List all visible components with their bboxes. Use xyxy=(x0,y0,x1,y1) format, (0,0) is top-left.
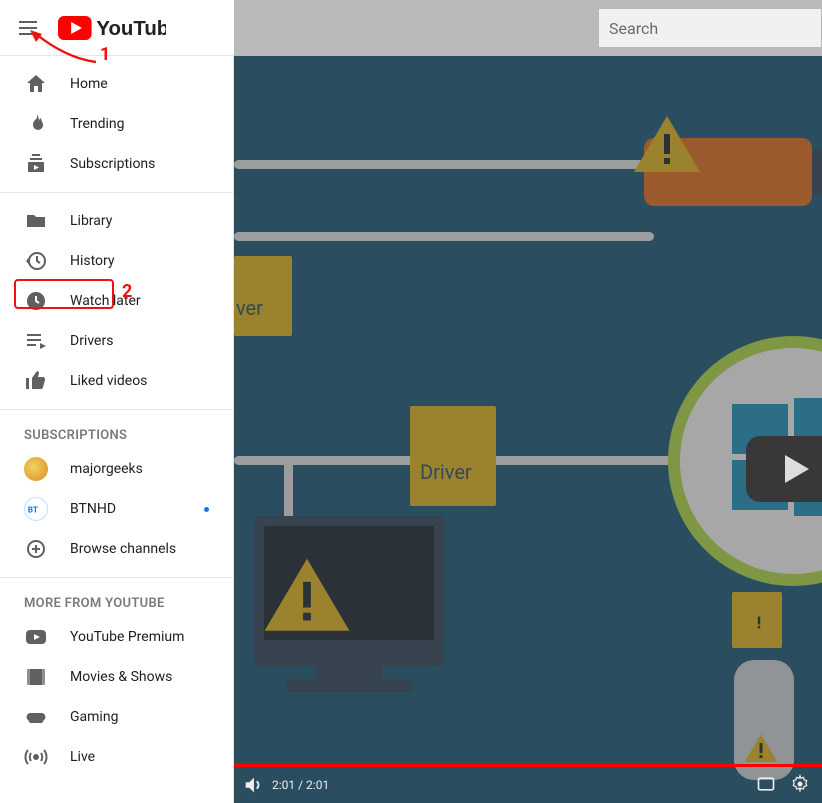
sidebar-item-movies[interactable]: Movies & Shows xyxy=(0,657,233,697)
subtitles-icon[interactable] xyxy=(756,774,776,797)
sidebar-channel-majorgeeks[interactable]: majorgeeks xyxy=(0,449,233,489)
sidebar-item-label: majorgeeks xyxy=(70,461,143,477)
thumbs-up-icon xyxy=(24,369,48,393)
sidebar-item-history[interactable]: History xyxy=(0,241,233,281)
sidebar-item-label: Drivers xyxy=(70,333,113,349)
video-player[interactable]: ver Driver 2:01 / 2:01 xyxy=(234,56,822,803)
history-icon xyxy=(24,249,48,273)
video-dim-overlay xyxy=(234,56,822,803)
sidebar-item-label: History xyxy=(70,253,115,269)
search-input[interactable]: Search xyxy=(598,8,821,48)
sidebar-item-label: YouTube Premium xyxy=(70,629,184,645)
volume-icon[interactable] xyxy=(242,774,264,796)
sidebar-item-label: Browse channels xyxy=(70,541,176,557)
sidebar-item-label: Movies & Shows xyxy=(70,669,172,685)
live-icon xyxy=(24,745,48,769)
sidebar-item-subscriptions[interactable]: Subscriptions xyxy=(0,144,233,184)
new-content-dot-icon xyxy=(204,507,209,512)
svg-text:YouTube: YouTube xyxy=(96,18,166,40)
sidebar-item-library[interactable]: Library xyxy=(0,201,233,241)
play-icon xyxy=(785,455,809,483)
sidebar-item-browse-channels[interactable]: Browse channels xyxy=(0,529,233,569)
sidebar-item-label: Live xyxy=(70,749,95,765)
trending-icon xyxy=(24,112,48,136)
sidebar-item-premium[interactable]: YouTube Premium xyxy=(0,617,233,657)
playlist-icon xyxy=(24,329,48,353)
subscriptions-icon xyxy=(24,152,48,176)
video-controls: 2:01 / 2:01 xyxy=(234,767,822,803)
film-icon xyxy=(24,665,48,689)
sidebar-heading-subscriptions: SUBSCRIPTIONS xyxy=(0,418,233,449)
svg-text:BT: BT xyxy=(28,506,38,516)
sidebar-item-home[interactable]: Home xyxy=(0,64,233,104)
library-icon xyxy=(24,209,48,233)
sidebar: Home Trending Subscriptions Library Hist… xyxy=(0,56,234,803)
sidebar-item-label: Gaming xyxy=(70,709,118,725)
home-icon xyxy=(24,72,48,96)
masthead: YouTube xyxy=(0,0,234,56)
sidebar-item-label: Liked videos xyxy=(70,373,147,389)
sidebar-item-gaming[interactable]: Gaming xyxy=(0,697,233,737)
annotation-label-1: 1 xyxy=(100,44,110,65)
sidebar-item-label: Subscriptions xyxy=(70,156,155,172)
sidebar-item-watch-later[interactable]: Watch later xyxy=(0,281,233,321)
youtube-logo[interactable]: YouTube xyxy=(58,16,166,40)
sidebar-item-playlist-drivers[interactable]: Drivers xyxy=(0,321,233,361)
settings-icon[interactable] xyxy=(790,774,810,797)
sidebar-item-liked-videos[interactable]: Liked videos xyxy=(0,361,233,401)
plus-circle-icon xyxy=(24,537,48,561)
sidebar-item-trending[interactable]: Trending xyxy=(0,104,233,144)
sidebar-channel-btnhd[interactable]: BT BTNHD xyxy=(0,489,233,529)
sidebar-item-live[interactable]: Live xyxy=(0,737,233,777)
sidebar-heading-more: MORE FROM YOUTUBE xyxy=(0,586,233,617)
gaming-icon xyxy=(24,705,48,729)
sidebar-item-label: BTNHD xyxy=(70,501,116,517)
hamburger-menu-icon[interactable] xyxy=(16,16,40,40)
sidebar-item-label: Home xyxy=(70,76,108,92)
sidebar-item-label: Trending xyxy=(70,116,125,132)
annotation-label-2: 2 xyxy=(122,281,132,302)
clock-icon xyxy=(24,289,48,313)
youtube-icon xyxy=(24,625,48,649)
channel-avatar xyxy=(24,457,48,481)
play-button[interactable] xyxy=(746,436,822,502)
channel-avatar: BT xyxy=(24,497,48,521)
sidebar-item-label: Library xyxy=(70,213,112,229)
time-display: 2:01 / 2:01 xyxy=(272,778,329,792)
